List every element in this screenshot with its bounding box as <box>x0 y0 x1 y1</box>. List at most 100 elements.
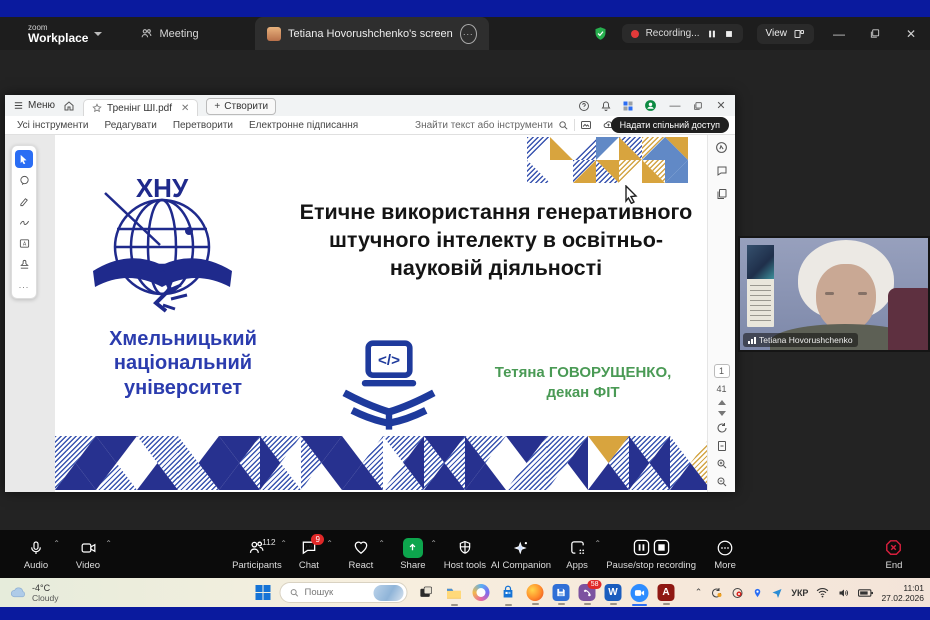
search-daily-image[interactable] <box>374 585 404 601</box>
close-document-icon[interactable]: ✕ <box>181 103 189 114</box>
participant-video-tile[interactable]: Tetiana Hovorushchenko <box>738 236 930 352</box>
draw-tool-button[interactable] <box>15 213 33 231</box>
acrobat-restore-button[interactable] <box>693 101 703 111</box>
stop-button-icon[interactable] <box>653 539 670 556</box>
chat-button[interactable]: 9 ⌃ Chat <box>283 530 335 578</box>
participant-name-tag: Tetiana Hovorushchenko <box>743 333 858 347</box>
acrobat-minimize-button[interactable]: — <box>667 100 683 112</box>
stamp-tool-button[interactable] <box>15 255 33 273</box>
mouse-cursor-icon <box>625 185 638 204</box>
toolbar-esign[interactable]: Електронне підписання <box>249 120 358 131</box>
more-button[interactable]: More <box>699 530 751 578</box>
viber-icon[interactable]: 58 <box>579 584 596 601</box>
previous-page-icon[interactable] <box>718 400 726 405</box>
location-tray-icon[interactable] <box>752 587 763 599</box>
acrobat-document-tab[interactable]: Тренінг ШІ.pdf ✕ <box>83 99 198 117</box>
zoom-app-icon[interactable] <box>631 584 649 602</box>
share-button[interactable]: ⌃ Share <box>387 530 439 578</box>
pause-recording-icon[interactable] <box>707 29 717 39</box>
copilot-icon[interactable] <box>473 584 490 601</box>
comment-tool-button[interactable] <box>15 171 33 189</box>
security-shield-icon[interactable] <box>593 26 608 41</box>
acrobat-close-button[interactable]: ✕ <box>713 99 729 112</box>
clock[interactable]: 11:01 27.02.2026 <box>881 583 924 603</box>
language-indicator[interactable]: УКР <box>791 588 808 598</box>
desktop-wallpaper-strip <box>0 607 930 620</box>
shield-icon <box>457 539 473 556</box>
create-button[interactable]: + Створити <box>206 98 276 115</box>
file-explorer-icon[interactable] <box>445 583 464 602</box>
select-tool-button[interactable] <box>15 150 33 168</box>
toolbar-convert[interactable]: Перетворити <box>173 120 233 131</box>
tab-shared-screen[interactable]: Tetiana Hovorushchenko's screen ... <box>255 17 489 50</box>
acrobat-share-button[interactable]: Надати спільний доступ <box>611 117 729 133</box>
react-button[interactable]: ⌃ React <box>335 530 387 578</box>
next-page-icon[interactable] <box>718 411 726 416</box>
apps-grid-icon[interactable] <box>622 100 634 112</box>
toolbar-all-tools[interactable]: Усі інструменти <box>17 120 88 131</box>
chevron-down-icon[interactable] <box>94 32 102 36</box>
end-button[interactable]: End <box>868 530 920 578</box>
star-icon[interactable] <box>92 103 102 113</box>
close-button[interactable]: ✕ <box>900 27 922 41</box>
participants-button[interactable]: 112 ⌃ Participants <box>231 530 283 578</box>
acrobat-app-icon[interactable]: A <box>658 584 675 601</box>
page-number-input[interactable]: 1 <box>714 364 730 378</box>
taskbar-search[interactable]: Пошук <box>280 582 408 603</box>
sync-tray-icon[interactable] <box>710 587 723 599</box>
tray-expand-icon[interactable]: ⌃ <box>695 587 703 598</box>
university-name: Хмельницький національний університет <box>77 327 289 400</box>
pause-button-icon[interactable] <box>633 539 650 556</box>
zoom-out-icon[interactable] <box>716 476 728 488</box>
export-image-icon[interactable] <box>580 119 592 131</box>
video-button[interactable]: ⌃ Video <box>62 530 114 578</box>
rotate-page-icon[interactable] <box>716 422 728 434</box>
tab-options-icon[interactable]: ... <box>460 24 477 44</box>
restore-button[interactable] <box>864 28 886 39</box>
windows-start-button[interactable] <box>256 585 271 600</box>
pages-panel-icon[interactable] <box>716 188 728 200</box>
weather-widget[interactable]: -4°C Cloudy <box>10 583 58 603</box>
fit-page-icon[interactable] <box>716 440 728 452</box>
acrobat-window: Меню Тренінг ШІ.pdf ✕ + Створити <box>5 95 735 492</box>
zoom-in-icon[interactable] <box>716 458 728 470</box>
view-button[interactable]: View <box>757 24 815 44</box>
help-icon[interactable] <box>578 100 590 112</box>
text-box-tool-button[interactable]: A <box>15 234 33 252</box>
account-avatar-icon[interactable] <box>644 99 657 112</box>
tab-meeting[interactable]: Meeting <box>140 27 198 40</box>
microsoft-store-icon[interactable] <box>499 583 518 602</box>
ai-companion-button[interactable]: AI Companion <box>491 530 551 578</box>
host-tools-button[interactable]: Host tools <box>439 530 491 578</box>
microphone-icon <box>28 539 44 557</box>
more-tools-button[interactable]: ... <box>15 276 33 294</box>
home-icon[interactable] <box>63 100 75 112</box>
save-app-icon[interactable] <box>553 584 570 601</box>
word-icon[interactable]: W <box>605 584 622 601</box>
comments-panel-icon[interactable] <box>716 165 728 177</box>
search-field[interactable]: Знайти текст або інструменти <box>415 119 575 131</box>
task-view-button[interactable] <box>417 583 436 602</box>
apps-button[interactable]: ⌃ Apps <box>551 530 603 578</box>
search-placeholder: Знайти текст або інструменти <box>415 120 553 131</box>
zoom-workplace-logo[interactable]: zoom Workplace <box>28 24 102 44</box>
send-tray-icon[interactable] <box>771 587 783 599</box>
firefox-icon[interactable] <box>527 584 544 601</box>
audio-button[interactable]: ⌃ Audio <box>10 530 62 578</box>
speaker-icon[interactable] <box>837 587 850 599</box>
recording-dot-icon <box>631 30 639 38</box>
wifi-icon[interactable] <box>816 587 829 598</box>
minimize-button[interactable]: — <box>828 27 850 41</box>
bell-icon[interactable] <box>600 100 612 112</box>
recording-tray-icon[interactable] <box>731 587 744 599</box>
shared-screen-area: Меню Тренінг ШІ.pdf ✕ + Створити <box>0 50 930 530</box>
toolbar-edit[interactable]: Редагувати <box>104 120 156 131</box>
acrobat-menu-button[interactable]: Меню <box>13 100 55 111</box>
stop-recording-icon[interactable] <box>724 29 734 39</box>
ai-assistant-icon[interactable] <box>715 141 728 154</box>
battery-icon[interactable] <box>858 588 873 598</box>
weather-desc: Cloudy <box>32 593 58 603</box>
highlight-tool-button[interactable] <box>15 192 33 210</box>
sparkle-icon <box>512 539 530 557</box>
pause-stop-recording-button[interactable]: Pause/stop recording <box>603 530 699 578</box>
